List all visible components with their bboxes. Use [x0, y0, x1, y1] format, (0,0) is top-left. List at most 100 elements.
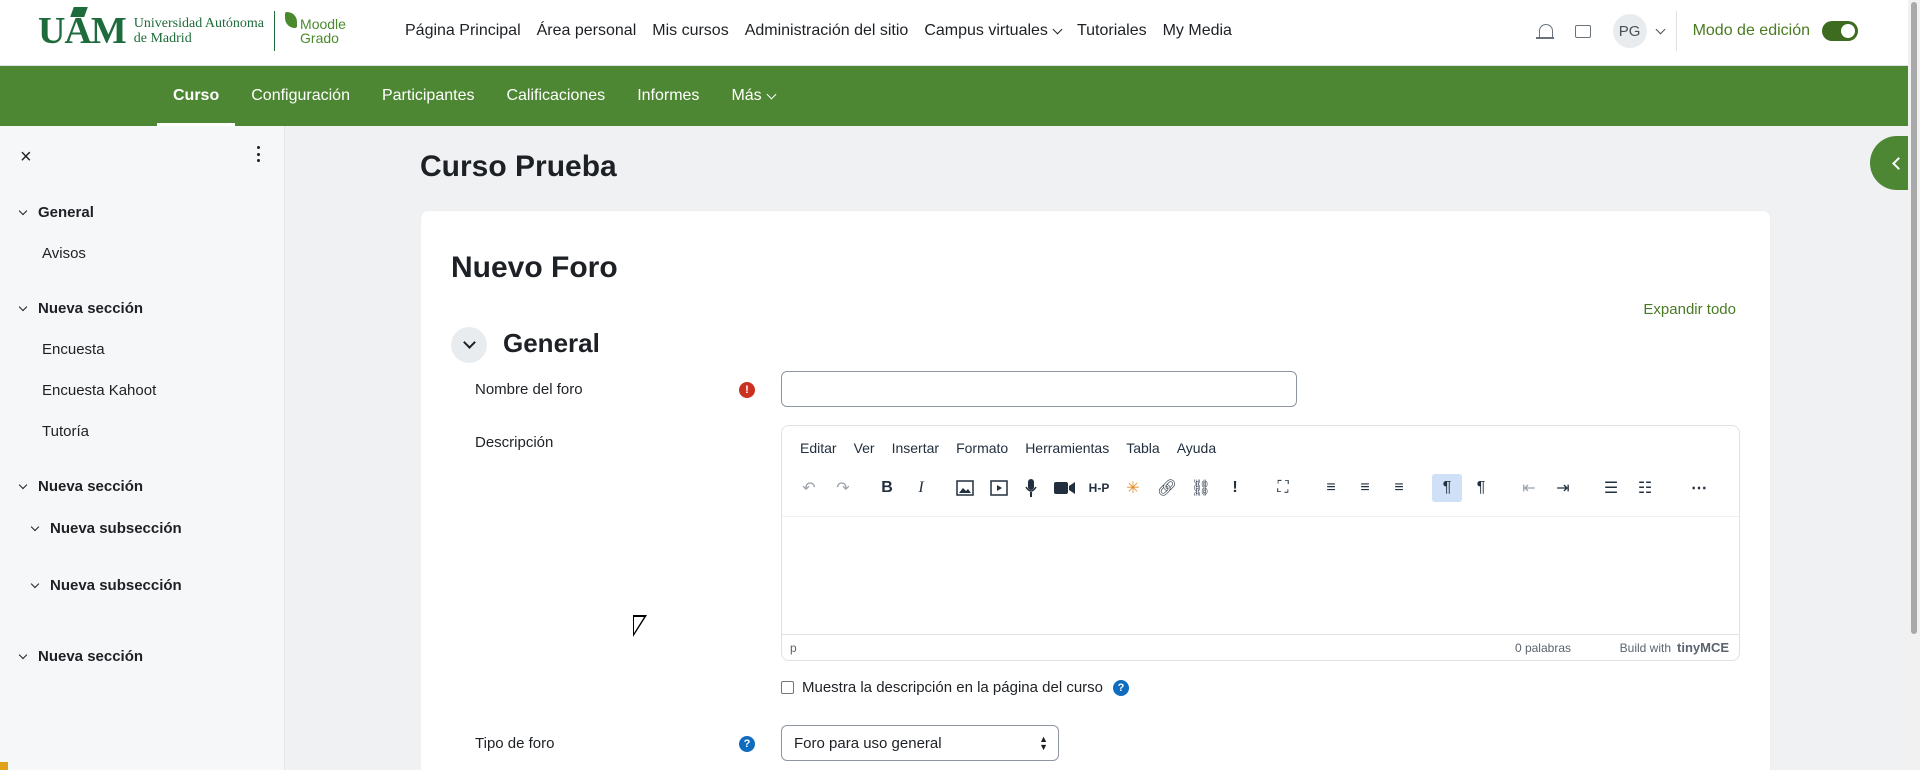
chevron-down-icon: [766, 89, 777, 99]
show-description-checkbox[interactable]: [781, 681, 794, 694]
tab-participantes[interactable]: Participantes: [366, 66, 491, 126]
corner-indicator: [0, 762, 8, 770]
forum-form-card: Nuevo Foro Expandir todo General Nombre …: [420, 210, 1771, 770]
site-logo[interactable]: UAM Universidad Autónoma de Madrid Moodle…: [38, 6, 346, 56]
rtl-direction-icon[interactable]: ¶: [1466, 474, 1496, 502]
help-icon[interactable]: ?: [1113, 679, 1130, 696]
undo-icon[interactable]: ↶: [794, 474, 824, 502]
drawer-item-label: Nueva sección: [38, 478, 144, 495]
menu-insertar[interactable]: Insertar: [892, 440, 939, 456]
page-scrollbar[interactable]: [1908, 0, 1920, 770]
uam-logo-mark: UAM: [38, 7, 127, 53]
build-with-label: Build with: [1619, 640, 1671, 655]
menu-ayuda[interactable]: Ayuda: [1177, 440, 1216, 456]
menu-formato[interactable]: Formato: [956, 440, 1008, 456]
section-title: General: [503, 328, 600, 358]
form-title: Nuevo Foro: [451, 251, 618, 284]
forum-type-selected-value: Foro para uso general: [794, 735, 942, 752]
forum-type-select[interactable]: Foro para uso general ▲ ▼: [781, 725, 1059, 761]
chevron-down-icon: [18, 650, 28, 659]
nav-campus-virtuales-label: Campus virtuales: [924, 22, 1048, 39]
menu-editar[interactable]: Editar: [800, 440, 837, 456]
menu-ver[interactable]: Ver: [854, 440, 875, 456]
fullscreen-icon[interactable]: ⛶: [1268, 474, 1298, 502]
align-right-icon[interactable]: ≡: [1384, 474, 1414, 502]
bullet-list-icon[interactable]: ☰: [1596, 474, 1626, 502]
drawer-section-nueva-seccion-2[interactable]: Nueva sección: [18, 478, 144, 495]
divider: [1675, 11, 1677, 51]
edit-mode-label: Modo de edición: [1692, 22, 1810, 39]
outdent-icon[interactable]: ⇤: [1514, 474, 1544, 502]
media-icon[interactable]: [984, 474, 1014, 502]
close-icon[interactable]: ×: [20, 146, 32, 169]
chevron-down-icon: [30, 579, 40, 588]
h5p-icon[interactable]: H-P: [1084, 474, 1114, 502]
align-center-icon[interactable]: ≡: [1350, 474, 1380, 502]
drawer-subsection-2[interactable]: Nueva subsección: [30, 577, 182, 594]
logo-divider: [274, 11, 276, 51]
drawer-subsection-1[interactable]: Nueva subsección: [30, 520, 182, 537]
element-path[interactable]: p: [790, 641, 797, 655]
drawer-item-avisos[interactable]: Avisos: [42, 245, 86, 262]
drawer-section-general[interactable]: General: [18, 204, 94, 221]
tinymce-branding[interactable]: Build with tinyMCE: [1620, 640, 1729, 655]
nav-area-personal[interactable]: Área personal: [537, 22, 637, 40]
expand-all-link[interactable]: Expandir todo: [1643, 301, 1736, 318]
nav-mis-cursos[interactable]: Mis cursos: [652, 22, 728, 40]
show-description-label: Muestra la descripción en la página del …: [802, 679, 1104, 696]
tab-calificaciones[interactable]: Calificaciones: [490, 66, 621, 126]
menu-tabla[interactable]: Tabla: [1126, 440, 1159, 456]
nav-my-media[interactable]: My Media: [1163, 22, 1232, 40]
menu-herramientas[interactable]: Herramientas: [1025, 440, 1109, 456]
select-arrows-icon: ▲ ▼: [1039, 734, 1048, 752]
drawer-item-encuesta[interactable]: Encuesta: [42, 341, 105, 358]
edit-mode-toggle[interactable]: [1822, 21, 1858, 41]
bold-icon[interactable]: B: [872, 474, 902, 502]
nav-tutoriales[interactable]: Tutoriales: [1077, 22, 1147, 40]
integration-icon[interactable]: ✳: [1118, 474, 1148, 502]
video-camera-icon[interactable]: [1050, 474, 1080, 502]
drawer-item-label: General: [38, 204, 94, 221]
more-options-icon[interactable]: [257, 146, 261, 162]
microphone-icon[interactable]: [1016, 474, 1046, 502]
word-count[interactable]: 0 palabras: [1515, 641, 1571, 655]
ltr-direction-icon[interactable]: ¶: [1432, 474, 1462, 502]
chevron-down-icon: [1052, 24, 1063, 34]
tab-informes[interactable]: Informes: [621, 66, 715, 126]
chevron-down-icon: [30, 522, 40, 531]
notifications-bell-icon[interactable]: [1535, 24, 1554, 39]
section-collapse-button[interactable]: [451, 327, 487, 363]
help-icon[interactable]: ?: [739, 736, 755, 752]
numbered-list-icon[interactable]: ☷: [1630, 474, 1660, 502]
tab-mas-label: Más: [731, 87, 762, 104]
image-icon[interactable]: [950, 474, 980, 502]
link-icon[interactable]: 🔗︎: [1152, 474, 1182, 502]
drawer-item-tutoria[interactable]: Tutoría: [42, 423, 89, 440]
required-icon: !: [739, 382, 755, 398]
accessibility-check-icon[interactable]: !: [1220, 474, 1250, 502]
nav-campus-virtuales[interactable]: Campus virtuales: [924, 22, 1063, 40]
tab-curso[interactable]: Curso: [157, 66, 236, 126]
nav-pagina-principal[interactable]: Página Principal: [405, 22, 521, 40]
course-title: Curso Prueba: [420, 150, 617, 183]
user-avatar[interactable]: PG: [1612, 14, 1647, 48]
drawer-section-nueva-seccion-3[interactable]: Nueva sección: [18, 648, 143, 665]
indent-icon[interactable]: ⇥: [1548, 474, 1578, 502]
editor-content-area[interactable]: [782, 516, 1739, 632]
primary-navigation: Página Principal Área personal Mis curso…: [397, 0, 1240, 62]
more-toolbar-icon[interactable]: ⋯: [1684, 474, 1714, 502]
align-left-icon[interactable]: ≡: [1316, 474, 1346, 502]
scrollbar-thumb[interactable]: [1911, 2, 1917, 634]
user-menu-chevron-icon[interactable]: [1655, 24, 1666, 34]
description-label: Descripción: [475, 434, 554, 451]
nav-administracion[interactable]: Administración del sitio: [745, 22, 909, 40]
tab-configuracion[interactable]: Configuración: [235, 66, 366, 126]
drawer-section-nueva-seccion-1[interactable]: Nueva sección: [18, 300, 143, 317]
unlink-icon[interactable]: ⛓︎: [1186, 474, 1216, 502]
drawer-item-encuesta-kahoot[interactable]: Encuesta Kahoot: [42, 382, 156, 399]
redo-icon[interactable]: ↷: [828, 474, 858, 502]
tab-mas[interactable]: Más: [715, 66, 790, 126]
forum-name-input[interactable]: [781, 371, 1297, 407]
messages-chat-icon[interactable]: [1574, 24, 1591, 38]
italic-icon[interactable]: I: [906, 474, 936, 502]
